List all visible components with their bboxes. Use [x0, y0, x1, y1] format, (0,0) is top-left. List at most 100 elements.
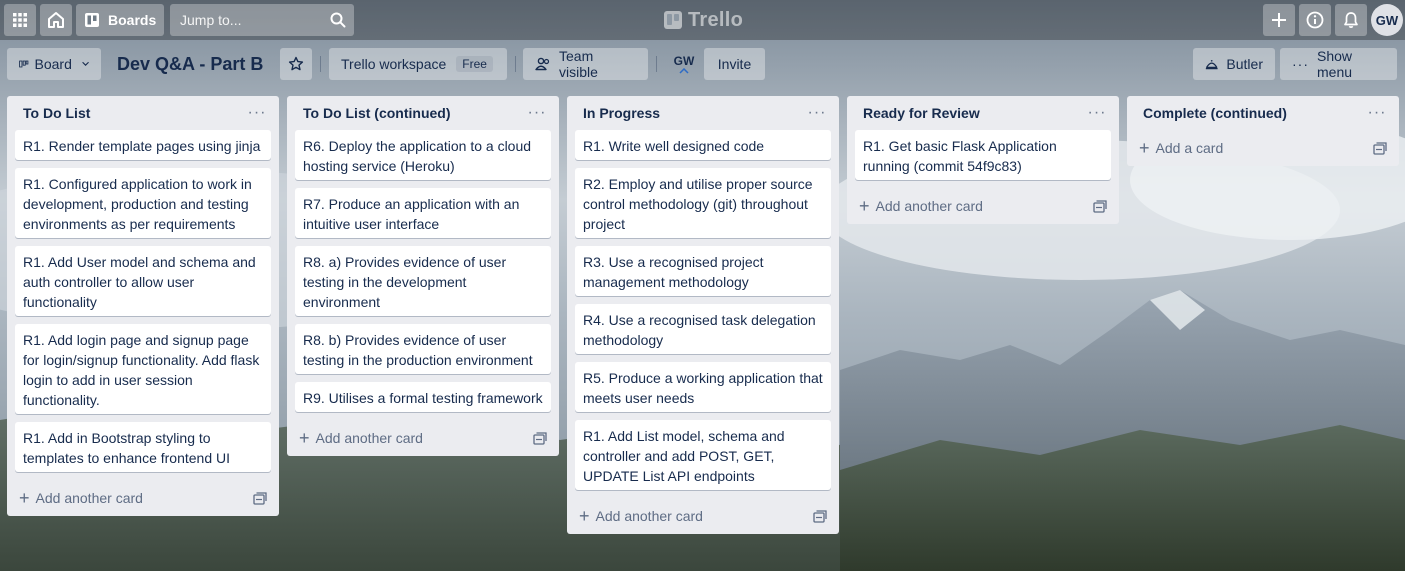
card-template-icon[interactable]: [533, 431, 547, 445]
header-divider: [515, 56, 516, 72]
list-header: In Progress ···: [575, 96, 831, 130]
add-card-button[interactable]: + Add another card: [579, 507, 703, 525]
board-view-icon: [19, 60, 29, 68]
add-card-label: Add another card: [875, 198, 983, 214]
list-menu-icon[interactable]: ···: [805, 104, 829, 122]
card[interactable]: R8. a) Provides evidence of user testing…: [295, 246, 551, 316]
list-complete-continued[interactable]: Complete (continued) ··· + Add a card: [1127, 96, 1399, 166]
card[interactable]: R1. Add login page and signup page for l…: [15, 324, 271, 414]
card[interactable]: R3. Use a recognised project management …: [575, 246, 831, 296]
plus-icon: +: [1139, 138, 1150, 158]
card-template-icon[interactable]: [253, 491, 267, 505]
card[interactable]: R7. Produce an application with an intui…: [295, 188, 551, 238]
card[interactable]: R1. Add User model and schema and auth c…: [15, 246, 271, 316]
butler-label: Butler: [1226, 56, 1263, 72]
add-card-row[interactable]: + Add another card: [855, 188, 1111, 224]
bell-icon: [1344, 12, 1358, 28]
show-menu-label: Show menu: [1317, 48, 1353, 80]
add-card-button[interactable]: + Add a card: [1139, 139, 1223, 157]
list-header: To Do List (continued) ···: [295, 96, 551, 130]
add-card-button[interactable]: + Add another card: [299, 429, 423, 447]
plus-icon: +: [859, 196, 870, 216]
board-member-avatar[interactable]: GW: [668, 48, 700, 80]
card-template-icon[interactable]: [813, 509, 827, 523]
workspace-button[interactable]: Trello workspace Free: [329, 48, 507, 80]
list-to-do[interactable]: To Do List ··· R1. Render template pages…: [7, 96, 279, 516]
list-to-do-continued[interactable]: To Do List (continued) ··· R6. Deploy th…: [287, 96, 559, 456]
card[interactable]: R5. Produce a working application that m…: [575, 362, 831, 412]
list-menu-icon[interactable]: ···: [245, 104, 269, 122]
home-button[interactable]: [40, 4, 72, 36]
invite-label: Invite: [717, 56, 752, 72]
card-template-icon[interactable]: [1373, 141, 1387, 155]
header-divider: [656, 56, 657, 72]
add-card-button[interactable]: + Add another card: [19, 489, 143, 507]
list-title[interactable]: Ready for Review: [863, 105, 980, 121]
list-title[interactable]: To Do List: [23, 105, 90, 121]
list-menu-icon[interactable]: ···: [1365, 104, 1389, 122]
list-menu-icon[interactable]: ···: [1085, 104, 1109, 122]
list-header: Ready for Review ···: [855, 96, 1111, 130]
notifications-button[interactable]: [1335, 4, 1367, 36]
star-board-button[interactable]: [280, 48, 312, 80]
add-card-row[interactable]: + Add another card: [295, 420, 551, 456]
card[interactable]: R1. Add List model, schema and controlle…: [575, 420, 831, 490]
list-header: To Do List ···: [15, 96, 271, 130]
card[interactable]: R4. Use a recognised task delegation met…: [575, 304, 831, 354]
card-template-icon[interactable]: [1093, 199, 1107, 213]
add-card-label: Add another card: [595, 508, 703, 524]
team-icon: [535, 57, 550, 71]
search-icon[interactable]: [330, 12, 346, 28]
board-view-switcher[interactable]: Board: [7, 48, 101, 80]
list-in-progress[interactable]: In Progress ··· R1. Write well designed …: [567, 96, 839, 534]
boards-icon: [85, 13, 99, 27]
card[interactable]: R1. Write well designed code: [575, 130, 831, 160]
card[interactable]: R8. b) Provides evidence of user testing…: [295, 324, 551, 374]
boards-button[interactable]: Boards: [76, 4, 164, 36]
visibility-button[interactable]: Team visible: [523, 48, 648, 80]
show-menu-button[interactable]: ··· Show menu: [1280, 48, 1397, 80]
logo-text: Trello: [688, 8, 744, 31]
list-menu-icon[interactable]: ···: [525, 104, 549, 122]
card[interactable]: R9. Utilises a formal testing framework: [295, 382, 551, 412]
card[interactable]: R1. Configured application to work in de…: [15, 168, 271, 238]
boards-label: Boards: [108, 12, 157, 28]
more-dots-icon: ···: [1292, 56, 1309, 72]
add-card-row[interactable]: + Add another card: [15, 480, 271, 516]
info-button[interactable]: [1299, 4, 1331, 36]
add-card-button[interactable]: + Add another card: [859, 197, 983, 215]
board-title[interactable]: Dev Q&A - Part B: [117, 50, 263, 78]
search-box[interactable]: [170, 4, 354, 36]
plus-icon: [1272, 13, 1286, 27]
add-card-row[interactable]: + Add another card: [575, 498, 831, 534]
info-icon: [1306, 11, 1324, 29]
chevron-down-icon: [82, 61, 89, 66]
user-avatar[interactable]: GW: [1371, 4, 1403, 36]
search-input[interactable]: [178, 11, 330, 29]
invite-button[interactable]: Invite: [704, 48, 765, 80]
list-ready-for-review[interactable]: Ready for Review ··· R1. Get basic Flask…: [847, 96, 1119, 224]
top-navigation-bar: Boards Trello GW: [0, 0, 1405, 40]
create-button[interactable]: [1263, 4, 1295, 36]
list-title[interactable]: Complete (continued): [1143, 105, 1287, 121]
board-view-label: Board: [34, 56, 72, 72]
plan-badge: Free: [456, 56, 493, 72]
list-title[interactable]: To Do List (continued): [303, 105, 451, 121]
card[interactable]: R1. Get basic Flask Application running …: [855, 130, 1111, 180]
card[interactable]: R1. Add in Bootstrap styling to template…: [15, 422, 271, 472]
plus-icon: +: [299, 428, 310, 448]
star-icon: [288, 56, 304, 71]
add-card-label: Add a card: [1155, 140, 1224, 156]
home-icon: [48, 12, 64, 28]
member-initials: GW: [673, 54, 695, 68]
apps-grid-button[interactable]: [4, 4, 36, 36]
card[interactable]: R2. Employ and utilise proper source con…: [575, 168, 831, 238]
card[interactable]: R1. Render template pages using jinja: [15, 130, 271, 160]
list-title[interactable]: In Progress: [583, 105, 660, 121]
butler-button[interactable]: Butler: [1193, 48, 1275, 80]
visibility-label: Team visible: [559, 48, 598, 80]
card[interactable]: R6. Deploy the application to a cloud ho…: [295, 130, 551, 180]
plus-icon: +: [579, 506, 590, 526]
add-card-row[interactable]: + Add a card: [1135, 130, 1391, 166]
trello-logo[interactable]: Trello: [664, 8, 743, 32]
